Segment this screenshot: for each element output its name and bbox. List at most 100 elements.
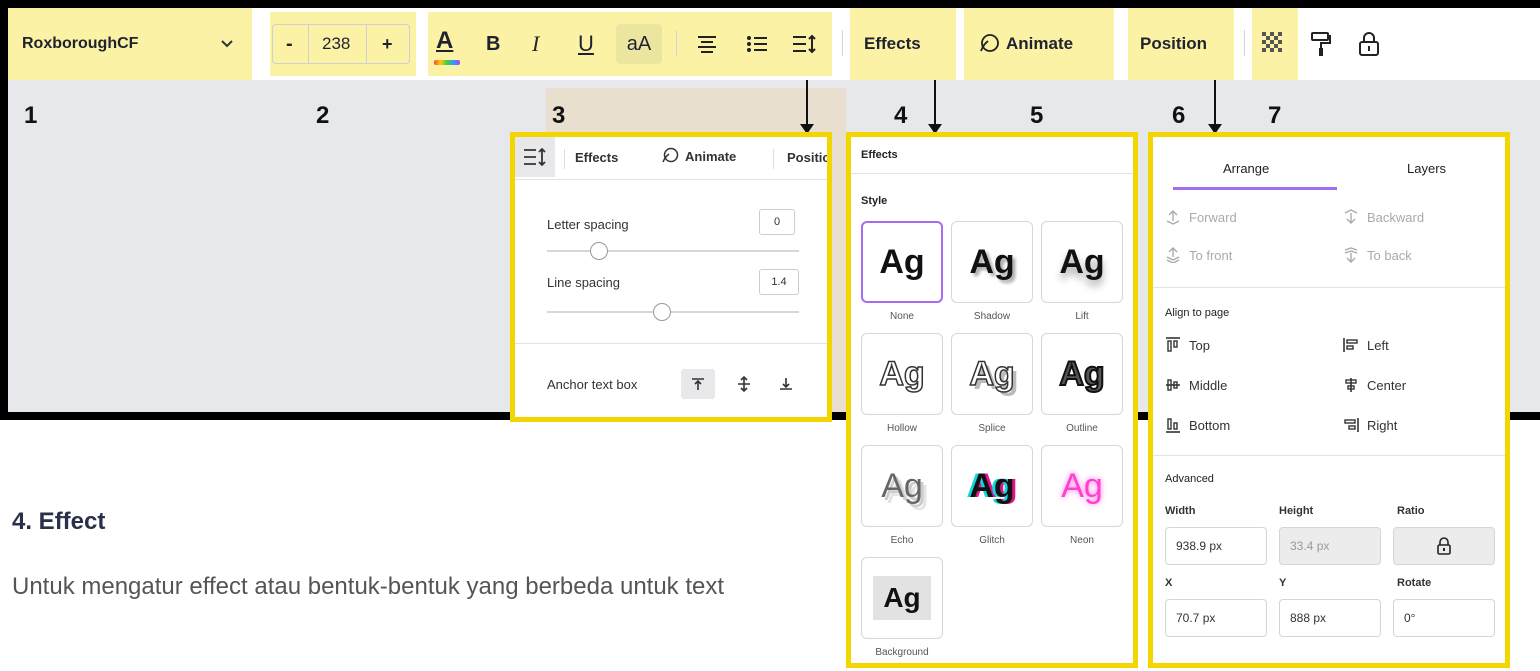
style-shadow[interactable]: Ag [951,221,1033,303]
anchor-bottom-icon[interactable] [771,369,801,399]
tab-position[interactable]: Positic [787,150,827,165]
style-neon[interactable]: Ag [1041,445,1123,527]
height-label: Height [1279,505,1314,517]
line-spacing-handle[interactable] [653,303,671,321]
align-to-page-label: Align to page [1165,307,1230,319]
tab-animate[interactable]: Animate [661,147,736,165]
style-label-outline: Outline [1066,423,1098,434]
letter-spacing-label: Letter spacing [547,217,629,232]
case-button[interactable]: aA [616,24,662,64]
x-label: X [1165,577,1173,589]
letter-spacing-input[interactable]: 0 [759,209,795,235]
transparency-icon[interactable] [1262,8,1286,80]
style-label-none: None [890,311,914,322]
increase-size-button[interactable]: + [382,24,393,64]
backward-icon [1344,209,1358,224]
style-echo[interactable]: Ag [861,445,943,527]
tab-arrange-underline [1173,187,1337,190]
letter-spacing-slider[interactable] [547,250,799,252]
backward-button[interactable]: Backward [1343,209,1424,225]
align-middle-label: Middle [1189,377,1228,393]
to-front-icon [1166,247,1180,263]
width-input[interactable]: 938.9 px [1165,527,1267,565]
step-number: 2 [316,102,330,129]
font-size-input[interactable]: 238 [322,24,350,64]
style-outline[interactable]: Ag [1041,333,1123,415]
spacing-icon[interactable] [792,8,818,80]
text-color-button[interactable]: A [436,22,453,60]
to-back-icon [1344,247,1358,263]
lock-icon [1437,537,1451,555]
italic-button[interactable]: I [532,8,539,80]
to-front-button[interactable]: To front [1165,247,1232,263]
tab-arrange[interactable]: Arrange [1223,161,1269,176]
height-input[interactable]: 33.4 px [1279,527,1381,565]
decrease-size-button[interactable]: - [286,24,293,64]
style-hollow[interactable]: Ag [861,333,943,415]
anchor-middle-icon[interactable] [729,369,759,399]
align-center-button[interactable]: Center [1343,377,1406,393]
align-center-icon [1345,378,1357,392]
style-label-lift: Lift [1075,311,1089,322]
style-glitch[interactable]: Ag [951,445,1033,527]
style-label-splice: Splice [978,423,1006,434]
divider [1153,455,1505,456]
divider [773,149,774,169]
style-label-glitch: Glitch [979,535,1005,546]
rotate-input[interactable]: 0° [1393,599,1495,637]
to-back-label: To back [1367,247,1412,263]
backward-label: Backward [1367,209,1425,225]
divider [1153,287,1505,288]
bold-button[interactable]: B [486,8,500,80]
line-spacing-slider[interactable] [547,311,799,313]
tab-effects[interactable]: Effects [575,150,618,165]
anchor-label: Anchor text box [547,377,638,392]
align-left-button[interactable]: Left [1343,337,1389,353]
step-number: 3 [552,102,566,129]
font-name: RoxboroughCF [22,35,139,52]
tab-layers[interactable]: Layers [1407,161,1446,176]
underline-button[interactable]: U [578,8,594,80]
spacing-tab-active[interactable] [515,137,555,177]
bullet-list-icon[interactable] [746,8,768,80]
align-right-button[interactable]: Right [1343,417,1397,433]
divider [1244,30,1245,56]
step-number: 5 [1030,102,1044,129]
ratio-lock-button[interactable] [1393,527,1495,565]
align-center-icon[interactable] [696,8,718,80]
align-bottom-button[interactable]: Bottom [1165,417,1230,433]
effects-button[interactable]: Effects [864,8,921,80]
pointer-arrow [1208,80,1222,134]
align-middle-button[interactable]: Middle [1165,377,1227,393]
y-input[interactable]: 888 px [1279,599,1381,637]
style-label-echo: Echo [890,535,914,546]
style-lift[interactable]: Ag [1041,221,1123,303]
forward-button[interactable]: Forward [1165,209,1237,225]
tab-animate-label: Animate [685,148,737,164]
text-toolbar: RoxboroughCF - 238 + A B I U aA Effects … [8,8,1540,80]
paint-roller-icon[interactable] [1310,8,1332,80]
align-top-button[interactable]: Top [1165,337,1210,353]
letter-spacing-handle[interactable] [590,242,608,260]
lock-icon[interactable] [1358,8,1380,80]
effects-panel: Effects Style Ag None Ag Shadow Ag Lift … [846,132,1138,668]
spacing-panel: Effects Animate Positic Letter spacing 0… [510,132,832,422]
font-dropdown[interactable]: RoxboroughCF [22,8,138,80]
align-bottom-label: Bottom [1189,417,1231,433]
style-label: Style [861,195,888,207]
style-background[interactable]: Ag [861,557,943,639]
chevron-down-icon[interactable] [220,8,234,80]
position-button[interactable]: Position [1140,8,1207,80]
pointer-arrow [928,80,942,134]
anchor-top-icon[interactable] [681,369,715,399]
style-splice[interactable]: Ag [951,333,1033,415]
style-none[interactable]: Ag [861,221,943,303]
advanced-label: Advanced [1165,473,1214,485]
x-input[interactable]: 70.7 px [1165,599,1267,637]
line-spacing-input[interactable]: 1.4 [759,269,799,295]
to-back-button[interactable]: To back [1343,247,1412,263]
style-label-neon: Neon [1070,535,1094,546]
divider [515,343,827,344]
animate-button[interactable]: Animate [978,8,1073,80]
align-top-icon [1166,337,1180,352]
